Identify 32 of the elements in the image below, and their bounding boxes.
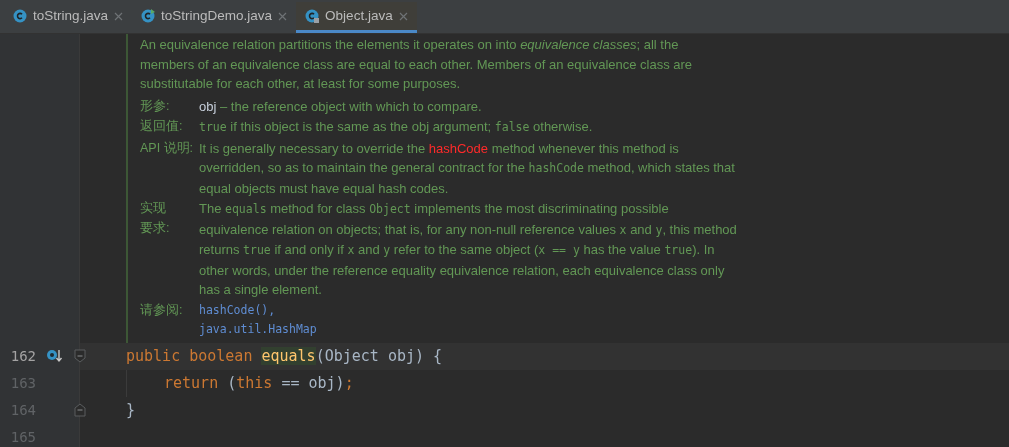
tab-label: toStringDemo.java [161,6,273,25]
code-line: public boolean equals(Object obj) { [126,345,443,367]
doc-link[interactable]: java.util.HashMap [199,320,317,340]
line-number: 162 [9,346,36,366]
fold-icon[interactable] [74,403,86,417]
editor-tab[interactable]: toStringDemo.java [132,2,297,33]
doc-label: API 说明: [140,139,194,157]
code-line: return (this == obj); [164,372,354,394]
editor-tab[interactable]: Object.java [296,2,417,33]
close-icon[interactable] [278,11,288,21]
editor-tab[interactable]: toString.java [4,2,133,33]
doc-text: The equals method for class Object implements the most discriminating possible equivalence relation on objects; that is, for any non-null reference values x and y, this method returns true if and only if x and y refer to the same object (x == y has the value true). In other words, under the reference equality equivalence relation, each equivalence class only has a single element. [199,200,738,299]
doc-label: 要求: [140,219,170,237]
doc-text: true if this object is the same as the obj argument; false otherwise. [199,118,594,136]
doc-link[interactable]: hashCode(), [199,300,276,320]
fold-icon[interactable] [74,349,86,363]
doc-paragraph: An equivalence relation partitions the elements it operates on into equivalence classes; all the members of an equivalence class are equal to each other. Members of an equivalence class are substitutable for each other, at least for some purposes. [140,36,694,93]
tab-label: Object.java [325,6,393,25]
tab-label: toString.java [33,6,109,25]
doc-text: obj – the reference object with which to compare. [199,97,483,116]
code-line: } [126,399,136,421]
close-icon[interactable] [114,11,124,21]
class-icon [13,9,27,23]
doc-label: 请参阅: [140,301,183,319]
class-icon [141,9,156,23]
override-marker-icon[interactable] [46,348,64,364]
doc-label: 实现 [140,200,166,217]
class-icon [305,9,320,23]
doc-label: 返回值: [140,118,183,135]
doc-label: 形参: [140,97,170,115]
doc-text: It is generally necessary to override the hashCode method whenever this method is overridden, so as to maintain the general contract for the hashCode method, which states that equal objects must have equal hash codes. [199,139,736,198]
close-icon[interactable] [398,11,408,21]
